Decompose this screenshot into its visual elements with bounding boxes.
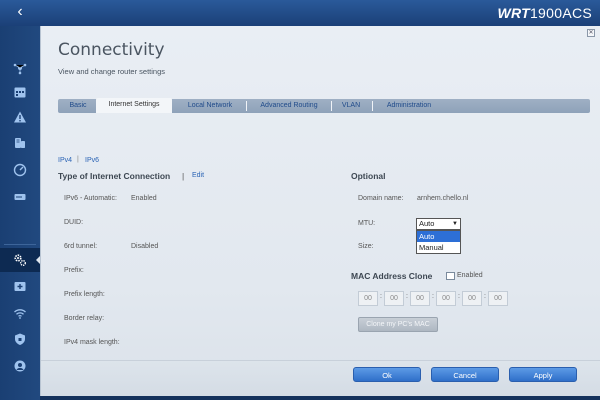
speed-test-icon[interactable] xyxy=(0,158,40,182)
mac-octet-input[interactable]: 00 xyxy=(410,291,430,306)
mac-clone-enabled-label: Enabled xyxy=(457,272,483,279)
tab-advanced-routing[interactable]: Advanced Routing xyxy=(250,99,328,113)
chevron-down-icon: ▼ xyxy=(452,221,458,227)
cancel-button[interactable]: Cancel xyxy=(431,367,499,382)
mtu-selected-value: Auto xyxy=(419,219,435,228)
heading-divider: | xyxy=(182,171,185,181)
field-label: Border relay: xyxy=(64,315,105,322)
field-value: Enabled xyxy=(131,195,157,202)
tab-divider xyxy=(331,101,332,111)
connectivity-panel: ✕ Connectivity View and change router se… xyxy=(40,26,600,396)
mac-octet-input[interactable]: 00 xyxy=(384,291,404,306)
mac-separator: : xyxy=(380,293,382,300)
field-value: Disabled xyxy=(131,243,159,250)
troubleshooting-icon[interactable] xyxy=(0,274,40,298)
mtu-option-auto[interactable]: Auto xyxy=(417,231,460,242)
subtab-divider: | xyxy=(77,156,79,163)
mac-separator: : xyxy=(406,293,408,300)
mac-octet-input[interactable]: 00 xyxy=(358,291,378,306)
tab-vlan[interactable]: VLAN xyxy=(334,99,368,113)
field-label: IPv6 - Automatic: xyxy=(64,195,117,202)
mac-separator: : xyxy=(458,293,460,300)
mac-separator: : xyxy=(484,293,486,300)
mac-separator: : xyxy=(432,293,434,300)
security-shield-icon[interactable] xyxy=(0,327,40,351)
calendar-icon[interactable] xyxy=(0,80,40,104)
ok-button[interactable]: Ok xyxy=(353,367,421,382)
tab-internet-settings[interactable]: Internet Settings xyxy=(96,98,172,113)
mtu-option-manual[interactable]: Manual xyxy=(417,242,460,253)
field-label: 6rd tunnel: xyxy=(64,243,98,250)
optional-heading: Optional xyxy=(351,171,386,181)
connection-type-heading: Type of Internet Connection xyxy=(58,171,171,181)
sidebar xyxy=(0,26,41,400)
field-label: DUID: xyxy=(64,219,84,226)
tab-local-network[interactable]: Local Network xyxy=(180,99,240,113)
edit-link[interactable]: Edit xyxy=(192,172,204,179)
field-label: Prefix: xyxy=(64,267,84,274)
mtu-dropdown-list: Auto Manual xyxy=(416,230,461,254)
field-label: Prefix length: xyxy=(64,291,105,298)
network-map-icon[interactable] xyxy=(0,56,40,80)
mac-octet-input[interactable]: 00 xyxy=(488,291,508,306)
close-icon[interactable]: ✕ xyxy=(587,29,595,37)
domain-name-label: Domain name: xyxy=(358,195,404,202)
apply-button[interactable]: Apply xyxy=(509,367,577,382)
mtu-select[interactable]: Auto ▼ xyxy=(416,218,461,230)
page-title: Connectivity xyxy=(58,40,165,60)
page-subtitle: View and change router settings xyxy=(58,67,166,76)
warning-icon[interactable] xyxy=(0,105,40,129)
subtab-ipv6[interactable]: IPv6 xyxy=(85,157,99,164)
sidebar-divider xyxy=(4,244,36,245)
storage-icon[interactable] xyxy=(0,185,40,209)
tab-bar: Basic Internet Settings Local Network Ad… xyxy=(58,98,590,113)
field-label: IPv4 mask length: xyxy=(64,339,120,346)
tab-divider xyxy=(246,101,247,111)
mtu-label: MTU: xyxy=(358,220,376,227)
size-label: Size: xyxy=(358,243,374,250)
back-button[interactable]: ‹ xyxy=(0,0,40,26)
wireless-icon[interactable] xyxy=(0,301,40,325)
mac-clone-enabled-checkbox[interactable] xyxy=(446,272,455,280)
account-icon[interactable] xyxy=(0,354,40,378)
mac-clone-heading: MAC Address Clone xyxy=(351,271,433,281)
connectivity-gear-icon[interactable] xyxy=(0,248,41,272)
clone-mac-button[interactable]: Clone my PC's MAC xyxy=(358,317,438,332)
top-bar: ‹ WRT1900ACS xyxy=(0,0,600,26)
domain-name-value: arnhem.chello.nl xyxy=(417,195,469,202)
subtab-ipv4[interactable]: IPv4 xyxy=(58,157,72,164)
tab-basic[interactable]: Basic xyxy=(64,99,92,113)
tab-administration[interactable]: Administration xyxy=(376,99,442,113)
mac-octet-input[interactable]: 00 xyxy=(462,291,482,306)
mac-octet-input[interactable]: 00 xyxy=(436,291,456,306)
devices-icon[interactable] xyxy=(0,131,40,155)
brand-logo: WRT1900ACS xyxy=(497,5,592,21)
tab-divider xyxy=(372,101,373,111)
